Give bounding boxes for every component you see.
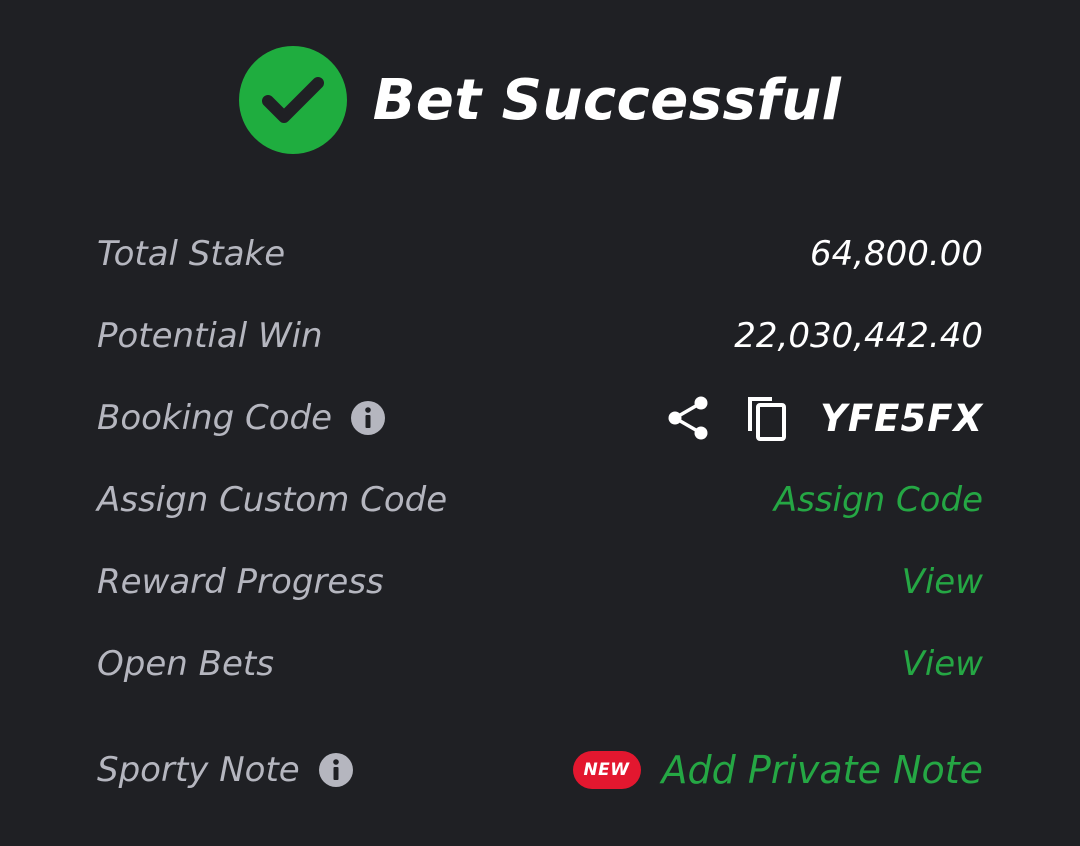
booking-code-label-text: Booking Code [97,398,333,438]
total-stake-label: Total Stake [97,234,285,274]
assign-custom-code-label-text: Assign Custom Code [97,480,448,520]
open-bets-view-link[interactable]: View [902,644,983,684]
bet-details: Total Stake 64,800.00 Potential Win 22,0… [97,213,983,811]
potential-win-label-text: Potential Win [97,316,323,356]
sporty-note-label-text: Sporty Note [97,750,300,790]
add-private-note-link[interactable]: Add Private Note [662,748,984,792]
open-bets-label: Open Bets [97,644,274,684]
reward-progress-view-link[interactable]: View [902,562,983,602]
new-badge: NEW [572,751,641,789]
total-stake-label-text: Total Stake [97,234,286,274]
reward-progress-label: Reward Progress [97,562,384,602]
assign-custom-code-row: Assign Custom Code Assign Code [97,459,983,541]
share-icon[interactable] [664,392,712,444]
booking-code-actions: YFE5FX [664,392,983,444]
potential-win-row: Potential Win 22,030,442.40 [97,295,983,377]
check-circle-icon [238,46,347,154]
reward-progress-row: Reward Progress View [97,541,983,623]
open-bets-row: Open Bets View [97,623,983,705]
sporty-note-label: Sporty Note [97,750,354,790]
booking-code-label: Booking Code [97,398,386,438]
check-icon [261,77,324,123]
copy-icon[interactable] [742,392,790,444]
reward-progress-label-text: Reward Progress [97,562,384,602]
assign-custom-code-label: Assign Custom Code [97,480,447,520]
success-header: Bet Successful [0,45,1080,155]
total-stake-value: 64,800.00 [809,234,983,274]
total-stake-row: Total Stake 64,800.00 [97,213,983,295]
sporty-note-actions: NEW Add Private Note [572,748,984,792]
info-icon[interactable] [318,752,354,788]
booking-code-value[interactable]: YFE5FX [820,397,983,440]
assign-code-link[interactable]: Assign Code [774,480,983,520]
potential-win-value: 22,030,442.40 [734,316,983,356]
info-icon[interactable] [350,400,386,436]
page-title: Bet Successful [372,68,842,133]
potential-win-label: Potential Win [97,316,323,356]
sporty-note-row: Sporty Note NEW Add Private Note [97,729,983,811]
open-bets-label-text: Open Bets [97,644,274,684]
booking-code-row: Booking Code YFE5FX [97,377,983,459]
